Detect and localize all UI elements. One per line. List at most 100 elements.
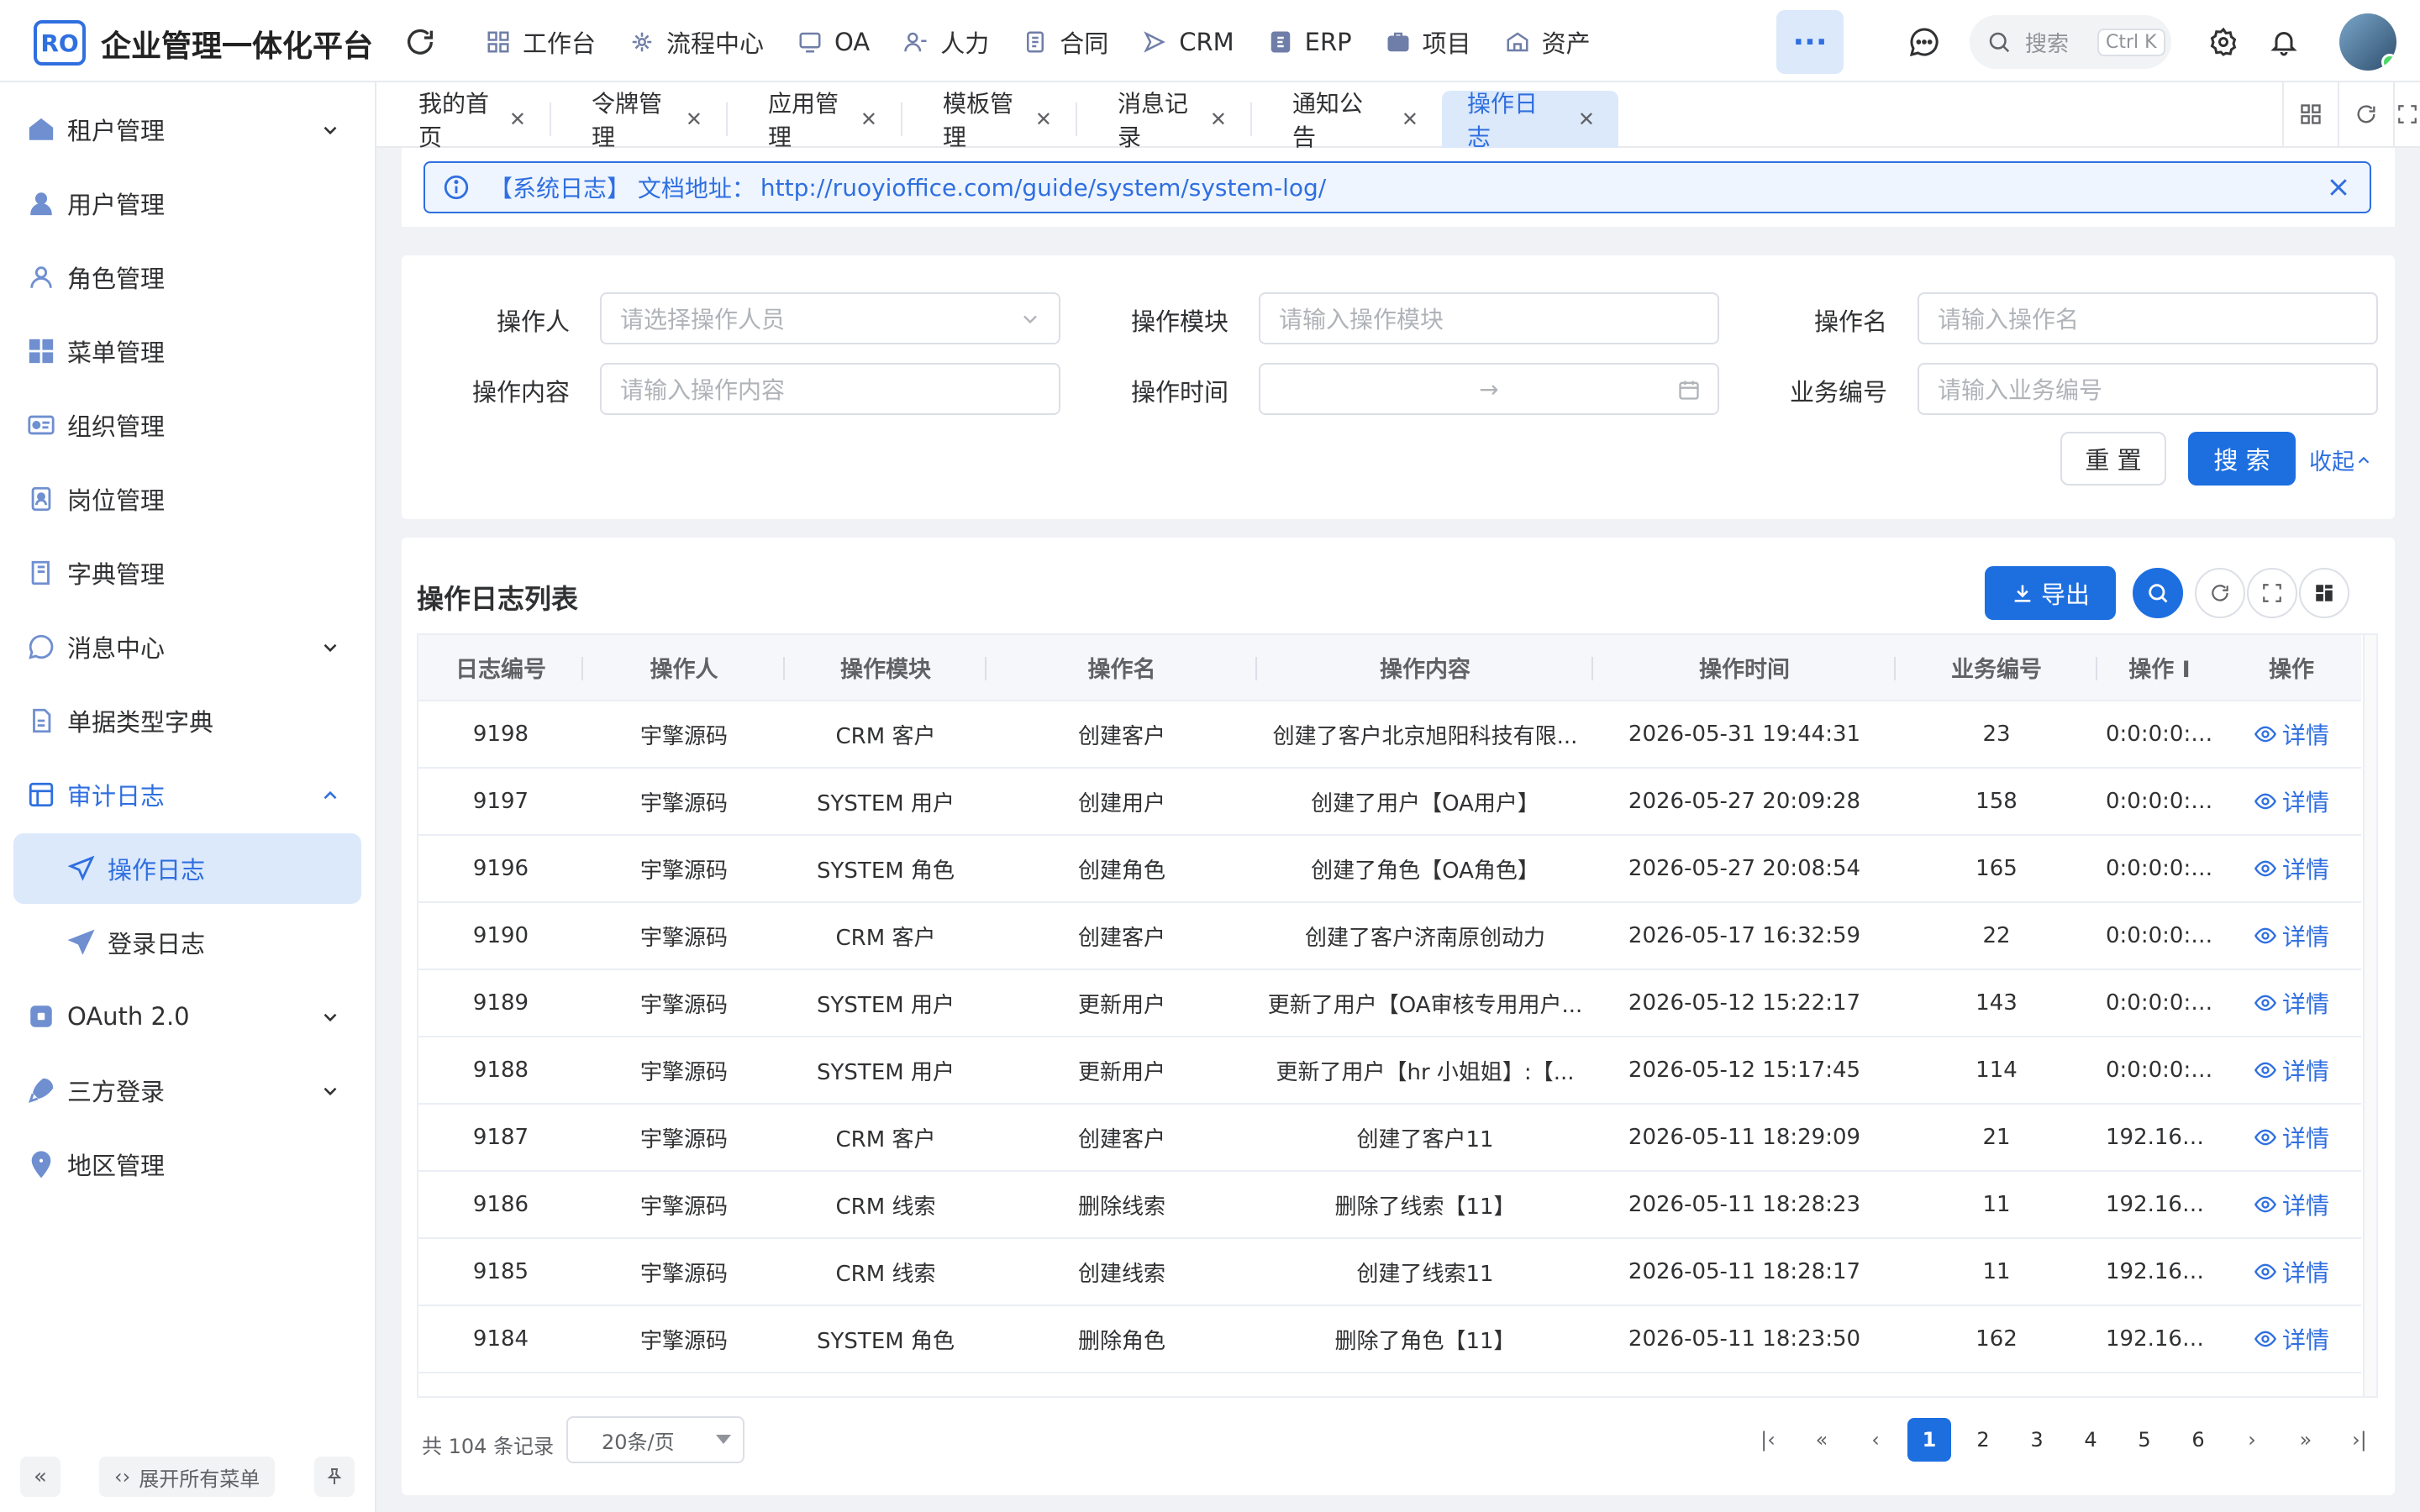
close-icon[interactable]: ✕ xyxy=(1035,108,1052,131)
sidebar-item[interactable]: 三方登录 xyxy=(13,1055,361,1126)
next-page-icon[interactable]: › xyxy=(2230,1418,2274,1462)
close-icon[interactable]: ✕ xyxy=(860,108,877,131)
page-number-button[interactable]: 3 xyxy=(2015,1418,2059,1462)
close-icon[interactable]: ✕ xyxy=(1402,108,1418,131)
toggle-search-button[interactable] xyxy=(2133,568,2183,618)
column-header[interactable]: 操作人 xyxy=(583,635,785,701)
column-header[interactable]: 操作 xyxy=(2222,635,2361,701)
top-nav-item[interactable]: CRM xyxy=(1125,18,1250,66)
sidebar-item[interactable]: 角色管理 xyxy=(13,242,361,312)
detail-link[interactable]: 详情 xyxy=(2254,852,2329,885)
tab-item[interactable]: 我的首页 ✕ xyxy=(376,90,550,151)
top-nav-item[interactable]: 人力 xyxy=(886,18,1006,66)
expand-all-menus-button[interactable]: ‹› 展开所有菜单 xyxy=(99,1457,276,1497)
table-row[interactable]: 9190 宇擎源码 CRM 客户 创建客户 创建了客户济南原创动力 2026-05-17 … xyxy=(418,902,2361,970)
prev-page-icon[interactable]: ‹ xyxy=(1854,1418,1897,1462)
table-row[interactable]: 9189 宇擎源码 SYSTEM 用户 更新用户 更新了用户【OA审核专用用户... 20… xyxy=(418,969,2361,1037)
tab-item[interactable]: 操作日志 ✕ xyxy=(1442,90,1618,151)
detail-link[interactable]: 详情 xyxy=(2254,919,2329,953)
collapse-sidebar-button[interactable]: « xyxy=(20,1457,60,1497)
close-icon[interactable]: ✕ xyxy=(509,108,526,131)
column-header[interactable]: 操作内容 xyxy=(1257,635,1593,701)
operator-select[interactable]: 请选择操作人员 xyxy=(600,292,1060,344)
table-scrollbar[interactable] xyxy=(2363,635,2376,1396)
column-header[interactable]: 操作名 xyxy=(986,635,1257,701)
bizno-input[interactable]: 请输入业务编号 xyxy=(1918,363,2378,415)
table-row[interactable]: 9196 宇擎源码 SYSTEM 角色 创建角色 创建了角色【OA角色】 2026-05-… xyxy=(418,835,2361,903)
user-avatar[interactable] xyxy=(2339,13,2396,71)
table-row[interactable]: 9188 宇擎源码 SYSTEM 用户 更新用户 更新了用户【hr 小姐姐】:【... 2… xyxy=(418,1037,2361,1105)
sidebar-item[interactable]: 字典管理 xyxy=(13,538,361,608)
detail-link[interactable]: 详情 xyxy=(2254,785,2329,818)
tab-item[interactable]: 令牌管理 ✕ xyxy=(550,90,726,151)
table-fullscreen-button[interactable] xyxy=(2247,568,2297,618)
sidebar-item[interactable]: 菜单管理 xyxy=(13,316,361,386)
top-nav-item[interactable]: 资产 xyxy=(1488,18,1607,66)
last-page-icon[interactable]: ›| xyxy=(2338,1418,2381,1462)
chat-icon[interactable] xyxy=(1907,25,1941,59)
column-header[interactable]: 业务编号 xyxy=(1896,635,2097,701)
top-nav-item[interactable]: ERP xyxy=(1251,18,1369,66)
table-refresh-button[interactable] xyxy=(2195,568,2245,618)
content-input[interactable]: 请输入操作内容 xyxy=(600,363,1060,415)
tab-refresh-button[interactable] xyxy=(2338,82,2393,146)
detail-link[interactable]: 详情 xyxy=(2254,986,2329,1020)
table-row[interactable]: 9197 宇擎源码 SYSTEM 用户 创建用户 创建了用户【OA用户】 2026-05-… xyxy=(418,768,2361,836)
detail-link[interactable]: 详情 xyxy=(2254,1053,2329,1087)
table-row[interactable]: 9184 宇擎源码 SYSTEM 角色 删除角色 删除了角色【11】 2026-05-11… xyxy=(418,1305,2361,1373)
top-nav-item[interactable]: 项目 xyxy=(1369,18,1488,66)
table-row[interactable]: 9185 宇擎源码 CRM 线索 创建线索 创建了线索11 2026-05-11 18:2… xyxy=(418,1238,2361,1306)
column-header[interactable]: 操作时间 xyxy=(1593,635,1896,701)
sidebar-item[interactable]: 单据类型字典 xyxy=(13,685,361,756)
page-number-button[interactable]: 6 xyxy=(2176,1418,2220,1462)
search-button[interactable]: 搜 索 xyxy=(2188,432,2296,486)
detail-link[interactable]: 详情 xyxy=(2254,1188,2329,1221)
more-apps-button[interactable]: ··· xyxy=(1776,10,1844,74)
sidebar-item[interactable]: 用户管理 xyxy=(13,168,361,239)
doc-link[interactable]: http://ruoyioffice.com/guide/system/syst… xyxy=(760,174,1326,202)
page-number-button[interactable]: 1 xyxy=(1907,1418,1951,1462)
name-input[interactable]: 请输入操作名 xyxy=(1918,292,2378,344)
close-icon[interactable]: ✕ xyxy=(1578,108,1595,131)
sidebar-item[interactable]: 岗位管理 xyxy=(13,464,361,534)
table-row[interactable]: 9198 宇擎源码 CRM 客户 创建客户 创建了客户北京旭阳科技有限... 2026-0… xyxy=(418,701,2361,769)
close-icon[interactable]: ✕ xyxy=(1210,108,1227,131)
column-header[interactable]: 操作 I xyxy=(2097,635,2222,701)
gear-icon[interactable] xyxy=(2208,27,2238,57)
sidebar-item[interactable]: 组织管理 xyxy=(13,390,361,460)
first-page-icon[interactable]: |‹ xyxy=(1746,1418,1790,1462)
detail-link[interactable]: 详情 xyxy=(2254,1121,2329,1154)
top-nav-item[interactable]: 工作台 xyxy=(469,18,613,66)
module-input[interactable]: 请输入操作模块 xyxy=(1259,292,1719,344)
page-number-button[interactable]: 2 xyxy=(1961,1418,2005,1462)
sidebar-item[interactable]: 消息中心 xyxy=(13,612,361,682)
tab-item[interactable]: 模板管理 ✕ xyxy=(901,90,1076,151)
column-header[interactable]: 操作模块 xyxy=(785,635,986,701)
detail-link[interactable]: 详情 xyxy=(2254,1255,2329,1289)
tab-item[interactable]: 应用管理 ✕ xyxy=(726,90,901,151)
sidebar-item[interactable]: OAuth 2.0 xyxy=(13,981,361,1052)
close-icon[interactable] xyxy=(2326,175,2351,200)
detail-link[interactable]: 详情 xyxy=(2254,717,2329,751)
collapse-filters-link[interactable]: 收起 xyxy=(2309,444,2373,476)
sidebar-item[interactable]: 登录日志 xyxy=(13,907,361,978)
close-icon[interactable]: ✕ xyxy=(686,108,702,131)
tab-fullscreen-button[interactable] xyxy=(2393,82,2420,146)
pin-sidebar-button[interactable] xyxy=(314,1457,355,1497)
page-number-button[interactable]: 5 xyxy=(2123,1418,2166,1462)
top-nav-item[interactable]: OA xyxy=(781,18,886,66)
tab-item[interactable]: 通知公告 ✕ xyxy=(1250,90,1442,151)
sidebar-item[interactable]: 租户管理 xyxy=(13,94,361,165)
jump-forward-icon[interactable]: » xyxy=(2284,1418,2328,1462)
table-row[interactable]: 9187 宇擎源码 CRM 客户 创建客户 创建了客户11 2026-05-11 18:2… xyxy=(418,1104,2361,1172)
jump-back-icon[interactable]: « xyxy=(1800,1418,1844,1462)
sidebar-item[interactable]: 审计日志 xyxy=(13,759,361,830)
export-button[interactable]: 导出 xyxy=(1985,566,2116,620)
global-search[interactable]: 搜索 Ctrl K xyxy=(1970,15,2171,69)
bell-icon[interactable] xyxy=(2269,27,2299,57)
time-range-picker[interactable]: → xyxy=(1259,363,1719,415)
refresh-icon[interactable] xyxy=(403,25,437,59)
sidebar-item[interactable]: 地区管理 xyxy=(13,1129,361,1200)
app-logo[interactable]: RO xyxy=(34,20,86,66)
top-nav-item[interactable]: 合同 xyxy=(1006,18,1125,66)
